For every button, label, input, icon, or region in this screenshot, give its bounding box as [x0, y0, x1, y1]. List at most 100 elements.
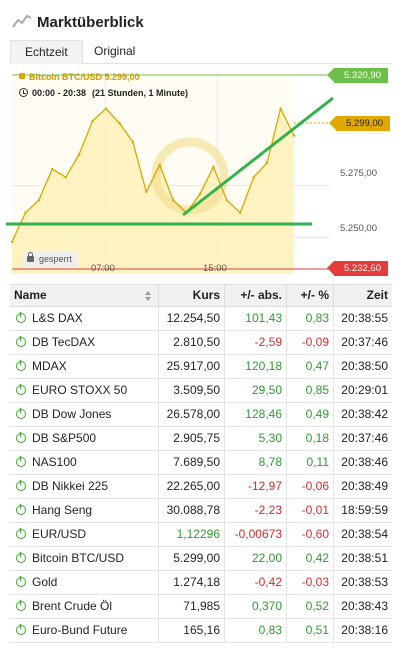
row-name-cell: EURO STOXX 50 [10, 379, 158, 402]
price-point [118, 121, 121, 125]
row-kurs: 1,12296 [158, 523, 224, 546]
row-name: Brent Crude Öl [32, 599, 113, 613]
price-point [171, 199, 175, 202]
row-pct-change: -0,03 [286, 571, 333, 594]
price-point [239, 211, 242, 214]
row-name-cell: Hang Seng [10, 499, 158, 522]
tab-bar: Echtzeit Original [10, 40, 392, 64]
table-row[interactable]: Hang Seng 30.088,78 -2,23 -0,01 18:59:59 [10, 499, 392, 523]
column-name-label: Name [14, 288, 47, 302]
table-row[interactable]: Brent Crude Öl 71,985 0,370 0,52 20:38:43 [10, 595, 392, 619]
tab-original[interactable]: Original [80, 40, 149, 64]
row-name-cell: Brent Crude Öl [10, 595, 158, 618]
price-chart[interactable]: Bitcoin BTC/USD 5.299,00 00:00 - 20:38 (2… [0, 64, 409, 286]
table-row[interactable]: DB Nikkei 225 22.265,00 -12,97 -0,06 20:38:4… [10, 475, 392, 499]
row-name: DB Nikkei 225 [32, 479, 109, 493]
price-point [10, 240, 14, 244]
table-row[interactable]: DB S&P500 2.905,75 5,30 0,18 20:37:46 [10, 427, 392, 451]
row-name: L&S DAX [32, 311, 83, 325]
row-name-cell: DB Dow Jones [10, 403, 158, 426]
price-point [158, 163, 161, 167]
row-abs-change: 128,46 [224, 403, 286, 426]
table-row[interactable]: NAS100 7.689,50 8,78 0,11 20:38:46 [10, 451, 392, 475]
price-point [37, 199, 41, 202]
price-point [64, 176, 67, 179]
row-zeit: 20:38:16 [333, 619, 392, 642]
table-row[interactable]: L&S DAX 12.254,50 101,43 0,83 20:38:55 [10, 307, 392, 331]
row-kurs: 12.254,50 [158, 307, 224, 330]
lock-icon [27, 252, 34, 262]
table-header: Name Kurs +/- abs. +/- % Zeit [10, 285, 392, 307]
price-point [91, 119, 94, 123]
row-name-cell: Gold [10, 571, 158, 594]
row-pct-change: 0,52 [286, 595, 333, 618]
row-abs-change: -0,42 [224, 571, 286, 594]
widget-header: Marktüberblick [0, 0, 409, 44]
power-status-icon [16, 480, 26, 491]
row-zeit: 20:38:55 [333, 307, 392, 330]
row-abs-change: 22,00 [224, 547, 286, 570]
row-kurs: 22.265,00 [158, 475, 224, 498]
price-point [212, 165, 215, 169]
column-kurs[interactable]: Kurs [158, 285, 224, 307]
row-name-cell: Euro-Bund Future [10, 619, 158, 642]
chart-legend-label: Bitcoin BTC/USD 5.299,00 [29, 72, 140, 82]
chart-range-detail: (21 Stunden, 1 Minute) [92, 88, 189, 98]
row-pct-change: 0,51 [286, 619, 333, 642]
locked-badge: gesperrt [23, 251, 79, 267]
table-row[interactable]: DB TecDAX 2.810,50 -2,59 -0,09 20:37:46 [10, 331, 392, 355]
price-point [252, 176, 255, 179]
row-zeit: 20:38:50 [333, 355, 392, 378]
widget-title: Marktüberblick [37, 14, 144, 31]
column-abs[interactable]: +/- abs. [224, 285, 286, 307]
power-status-icon [16, 528, 26, 539]
table-row[interactable]: MDAX 25.917,00 120,18 0,47 20:38:50 [10, 355, 392, 379]
power-status-icon [16, 624, 26, 635]
table-row[interactable]: EURO STOXX 50 3.509,50 29,50 0,85 20:29:01 [10, 379, 392, 403]
row-abs-change: 29,50 [224, 379, 286, 402]
row-kurs: 1.274,18 [158, 571, 224, 594]
row-zeit: 20:38:54 [333, 523, 392, 546]
power-status-icon [16, 360, 26, 371]
row-kurs: 2.905,75 [158, 427, 224, 450]
row-abs-change: -2,23 [224, 499, 286, 522]
sort-icon[interactable] [145, 291, 152, 301]
chart-legend: Bitcoin BTC/USD 5.299,00 [19, 72, 140, 82]
price-point [24, 211, 27, 214]
power-status-icon [16, 552, 26, 563]
row-abs-change: 0,370 [224, 595, 286, 618]
row-name-cell: MDAX [10, 355, 158, 378]
tab-echtzeit[interactable]: Echtzeit [10, 40, 83, 64]
row-name: EURO STOXX 50 [32, 383, 128, 397]
column-zeit[interactable]: Zeit [333, 285, 392, 307]
power-status-icon [16, 408, 26, 419]
power-status-icon [16, 456, 26, 467]
column-name[interactable]: Name [10, 285, 158, 307]
row-zeit: 20:38:43 [333, 595, 392, 618]
column-pct[interactable]: +/- % [286, 285, 333, 307]
high-price-tag: 5.320,90 [327, 68, 388, 83]
row-name: Hang Seng [32, 503, 93, 517]
power-status-icon [16, 336, 26, 347]
row-pct-change: -0,60 [286, 523, 333, 546]
locked-badge-label: gesperrt [39, 254, 73, 264]
row-name: Bitcoin BTC/USD [32, 551, 125, 565]
row-zeit: 20:29:01 [333, 379, 392, 402]
table-row[interactable]: Gold 1.274,18 -0,42 -0,03 20:38:53 [10, 571, 392, 595]
power-status-icon [16, 504, 26, 515]
chart-range: 00:00 - 20:38 (21 Stunden, 1 Minute) [19, 88, 188, 98]
row-kurs: 30.088,78 [158, 499, 224, 522]
table-row[interactable]: DB Dow Jones 26.578,00 128,46 0,49 20:38:42 [10, 403, 392, 427]
price-point [104, 107, 108, 110]
table-row[interactable]: EUR/USD 1,12296 -0,00673 -0,60 20:38:54 [10, 523, 392, 547]
table-row[interactable]: Euro-Bund Future 165,16 0,83 0,51 20:38:16 [10, 619, 392, 643]
low-price-tag: 5.232,60 [327, 261, 388, 276]
y-tick-label: 5.250,00 [340, 223, 377, 234]
row-pct-change: -0,09 [286, 331, 333, 354]
price-point [225, 199, 229, 202]
row-abs-change: -2,59 [224, 331, 286, 354]
x-tick-label: 15:00 [203, 263, 227, 274]
row-name-cell: L&S DAX [10, 307, 158, 330]
table-row[interactable]: Bitcoin BTC/USD 5.299,00 22,00 0,42 20:38:51 [10, 547, 392, 571]
row-pct-change: 0,47 [286, 355, 333, 378]
